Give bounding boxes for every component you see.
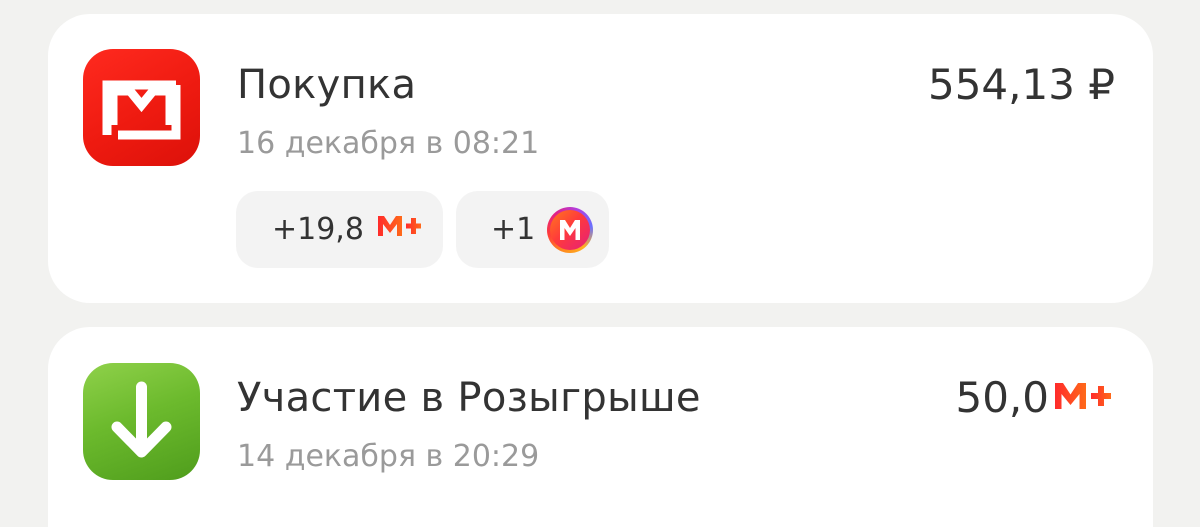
reward-value: +19,8 <box>272 212 364 247</box>
m-plus-icon <box>1053 373 1113 422</box>
transaction-amount-row: 50,0 <box>955 373 1113 422</box>
transaction-card-raffle[interactable]: Участие в Розыгрыше 14 декабря в 20:29 5… <box>48 327 1153 527</box>
reward-value: +1 <box>491 212 536 247</box>
reward-chip-mplus[interactable]: +19,8 <box>236 191 443 268</box>
transaction-title: Покупка <box>237 62 417 108</box>
transaction-date: 14 декабря в 20:29 <box>237 439 540 474</box>
reward-chip-coin[interactable]: +1 <box>456 191 609 268</box>
transaction-date: 16 декабря в 08:21 <box>237 126 540 161</box>
rewards-row: +19,8 +1 <box>236 191 609 268</box>
transaction-amount: 554,13 ₽ <box>927 60 1115 109</box>
magnit-logo-icon <box>83 49 200 166</box>
m-plus-icon <box>376 212 422 247</box>
transaction-amount: 50,0 <box>955 373 1049 422</box>
transaction-card-purchase[interactable]: Покупка 16 декабря в 08:21 554,13 ₽ +19,… <box>48 14 1153 303</box>
arrow-down-icon <box>83 363 200 480</box>
m-coin-icon <box>547 206 594 253</box>
transaction-title: Участие в Розыгрыше <box>237 375 701 421</box>
